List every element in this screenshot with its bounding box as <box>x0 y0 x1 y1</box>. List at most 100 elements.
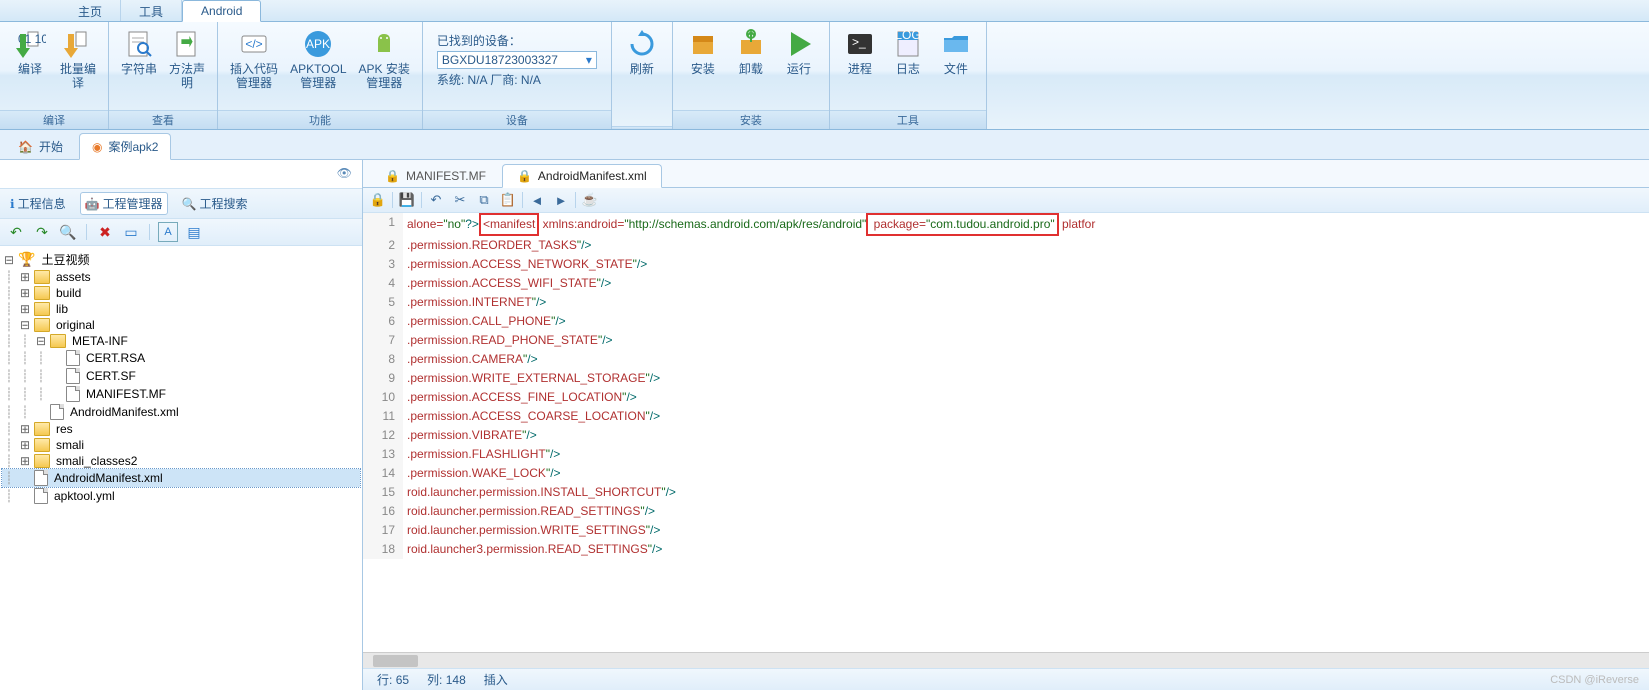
undo-icon[interactable]: ↶ <box>425 190 447 210</box>
sidebar-tab-工程信息[interactable]: ℹ工程信息 <box>6 192 70 215</box>
code-line[interactable]: 16roid.launcher.permission.READ_SETTINGS… <box>363 502 1649 521</box>
ribbon-btn-方法声明[interactable]: 方法声明 <box>163 26 211 110</box>
code-line[interactable]: 6.permission.CALL_PHONE"/> <box>363 312 1649 331</box>
code-line[interactable]: 1alone="no"?><manifest xmlns:android="ht… <box>363 213 1649 236</box>
tree-twisty[interactable] <box>50 387 64 401</box>
coffee-icon[interactable]: ☕ <box>579 190 601 210</box>
doc-icon[interactable]: ▤ <box>184 222 204 242</box>
ribbon-group-工具: >_进程LOG日志文件工具 <box>830 22 987 129</box>
ribbon-btn-插入代码管理器[interactable]: </>插入代码管理器 <box>224 26 284 110</box>
ribbon-btn-字符串[interactable]: 字符串 <box>115 26 163 110</box>
code-line[interactable]: 7.permission.READ_PHONE_STATE"/> <box>363 331 1649 350</box>
ribbon-btn-卸载[interactable]: 卸载 <box>727 26 775 110</box>
font-a-icon[interactable]: A <box>158 222 178 242</box>
code-line[interactable]: 11.permission.ACCESS_COARSE_LOCATION"/> <box>363 407 1649 426</box>
goto-fwd-icon[interactable]: ► <box>550 190 572 210</box>
tree-folder-lib[interactable]: ┊⊞lib <box>2 301 360 317</box>
code-line[interactable]: 2.permission.REORDER_TASKS"/> <box>363 236 1649 255</box>
ribbon-btn-APK安装管理器[interactable]: APK 安装管理器 <box>353 26 416 110</box>
tree-twisty[interactable]: ⊞ <box>18 302 32 316</box>
copy-icon[interactable]: ⧉ <box>473 190 495 210</box>
paste-icon[interactable]: 📋 <box>497 190 519 210</box>
back-icon[interactable]: ↶ <box>6 222 26 242</box>
tree-label: 土豆视频 <box>41 251 89 268</box>
ribbon-btn-文件[interactable]: 文件 <box>932 26 980 110</box>
ribbon-btn-安装[interactable]: 安装 <box>679 26 727 110</box>
device-select[interactable]: BGXDU18723003327▾ <box>437 51 597 69</box>
tree-file-MANIFEST.MF[interactable]: ┊┊┊ MANIFEST.MF <box>2 385 360 403</box>
eye-icon[interactable]: 👁 <box>337 166 352 180</box>
horizontal-scrollbar[interactable] <box>363 652 1649 668</box>
tree-twisty[interactable]: ⊞ <box>18 454 32 468</box>
file-tab-MANIFEST.MF[interactable]: 🔒MANIFEST.MF <box>371 165 500 187</box>
menu-tab-工具[interactable]: 工具 <box>121 0 182 21</box>
tree-folder-original[interactable]: ┊⊟original <box>2 317 360 333</box>
code-line[interactable]: 4.permission.ACCESS_WIFI_STATE"/> <box>363 274 1649 293</box>
folder-icon <box>34 302 50 316</box>
tree-file-AndroidManifest.xml[interactable]: ┊ AndroidManifest.xml <box>2 469 360 487</box>
sidebar-tab-工程管理器[interactable]: 🤖工程管理器 <box>80 192 168 215</box>
search-icon[interactable]: 🔍 <box>58 222 78 242</box>
save-icon[interactable]: 💾 <box>396 190 418 210</box>
highlight-manifest: <manifest <box>479 213 539 236</box>
code-line[interactable]: 3.permission.ACCESS_NETWORK_STATE"/> <box>363 255 1649 274</box>
tree-file-AndroidManifest.xml[interactable]: ┊┊ AndroidManifest.xml <box>2 403 360 421</box>
tree-folder-META-INF[interactable]: ┊┊⊟META-INF <box>2 333 360 349</box>
code-line[interactable]: 17roid.launcher.permission.WRITE_SETTING… <box>363 521 1649 540</box>
code-line[interactable]: 15roid.launcher.permission.INSTALL_SHORT… <box>363 483 1649 502</box>
tree-twisty[interactable] <box>34 405 48 419</box>
doc-tab-案例apk2[interactable]: ◉案例apk2 <box>79 133 172 160</box>
tree-twisty[interactable]: ⊟ <box>18 318 32 332</box>
ribbon-btn-刷新[interactable]: 刷新 <box>618 26 666 126</box>
code-editor[interactable]: 1alone="no"?><manifest xmlns:android="ht… <box>363 213 1649 652</box>
ribbon-btn-日志[interactable]: LOG日志 <box>884 26 932 110</box>
delete-icon[interactable]: ✖ <box>95 222 115 242</box>
tree-twisty[interactable] <box>50 369 64 383</box>
menu-tab-Android[interactable]: Android <box>182 0 261 22</box>
code-line[interactable]: 8.permission.CAMERA"/> <box>363 350 1649 369</box>
tree-file-CERT.RSA[interactable]: ┊┊┊ CERT.RSA <box>2 349 360 367</box>
ribbon-btn-编译[interactable]: 01 10编译 <box>6 26 54 110</box>
ribbon-btn-进程[interactable]: >_进程 <box>836 26 884 110</box>
tree-folder-smali[interactable]: ┊⊞smali <box>2 437 360 453</box>
code-line[interactable]: 9.permission.WRITE_EXTERNAL_STORAGE"/> <box>363 369 1649 388</box>
tree-twisty[interactable] <box>18 471 32 485</box>
code-line[interactable]: 14.permission.WAKE_LOCK"/> <box>363 464 1649 483</box>
tree-twisty[interactable] <box>50 351 64 365</box>
doc-tab-开始[interactable]: 🏠开始 <box>6 134 75 159</box>
menu-tab-主页[interactable]: 主页 <box>60 0 121 21</box>
tree-folder-smali_classes2[interactable]: ┊⊞smali_classes2 <box>2 453 360 469</box>
tree-twisty[interactable]: ⊞ <box>18 286 32 300</box>
play-green-icon <box>783 28 815 60</box>
tree-twisty[interactable]: ⊟ <box>34 334 48 348</box>
tree-twisty[interactable] <box>18 489 32 503</box>
forward-icon[interactable]: ↷ <box>32 222 52 242</box>
tree-file-CERT.SF[interactable]: ┊┊┊ CERT.SF <box>2 367 360 385</box>
ribbon-btn-label: 字符串 <box>121 62 157 76</box>
file-tab-AndroidManifest.xml[interactable]: 🔒AndroidManifest.xml <box>502 164 662 188</box>
tree-twisty[interactable]: ⊞ <box>18 270 32 284</box>
tree-root-土豆视频[interactable]: ⊟🏆土豆视频 <box>2 250 360 269</box>
folder-icon <box>34 438 50 452</box>
tree-folder-assets[interactable]: ┊⊞assets <box>2 269 360 285</box>
ribbon-btn-APKTOOL管理器[interactable]: APKAPKTOOL管理器 <box>284 26 352 110</box>
code-line[interactable]: 12.permission.VIBRATE"/> <box>363 426 1649 445</box>
tree-file-apktool.yml[interactable]: ┊ apktool.yml <box>2 487 360 505</box>
code-line[interactable]: 13.permission.FLASHLIGHT"/> <box>363 445 1649 464</box>
tree-folder-build[interactable]: ┊⊞build <box>2 285 360 301</box>
tree-twisty[interactable]: ⊟ <box>2 253 16 267</box>
ribbon-btn-运行[interactable]: 运行 <box>775 26 823 110</box>
ribbon-btn-批量编译[interactable]: 批量编译 <box>54 26 102 110</box>
tree-folder-res[interactable]: ┊⊞res <box>2 421 360 437</box>
sidebar-tab-工程搜索[interactable]: 🔍工程搜索 <box>178 192 252 215</box>
tree-twisty[interactable]: ⊞ <box>18 438 32 452</box>
project-tree[interactable]: ⊟🏆土豆视频┊⊞assets┊⊞build┊⊞lib┊⊟original┊┊⊟M… <box>0 246 362 690</box>
tree-twisty[interactable]: ⊞ <box>18 422 32 436</box>
cut-icon[interactable]: ✂ <box>449 190 471 210</box>
code-line[interactable]: 10.permission.ACCESS_FINE_LOCATION"/> <box>363 388 1649 407</box>
goto-back-icon[interactable]: ◄ <box>526 190 548 210</box>
cards-icon[interactable]: ▭ <box>121 222 141 242</box>
code-line[interactable]: 5.permission.INTERNET"/> <box>363 293 1649 312</box>
code-line[interactable]: 18roid.launcher3.permission.READ_SETTING… <box>363 540 1649 559</box>
lock-icon[interactable]: 🔒 <box>367 190 389 210</box>
